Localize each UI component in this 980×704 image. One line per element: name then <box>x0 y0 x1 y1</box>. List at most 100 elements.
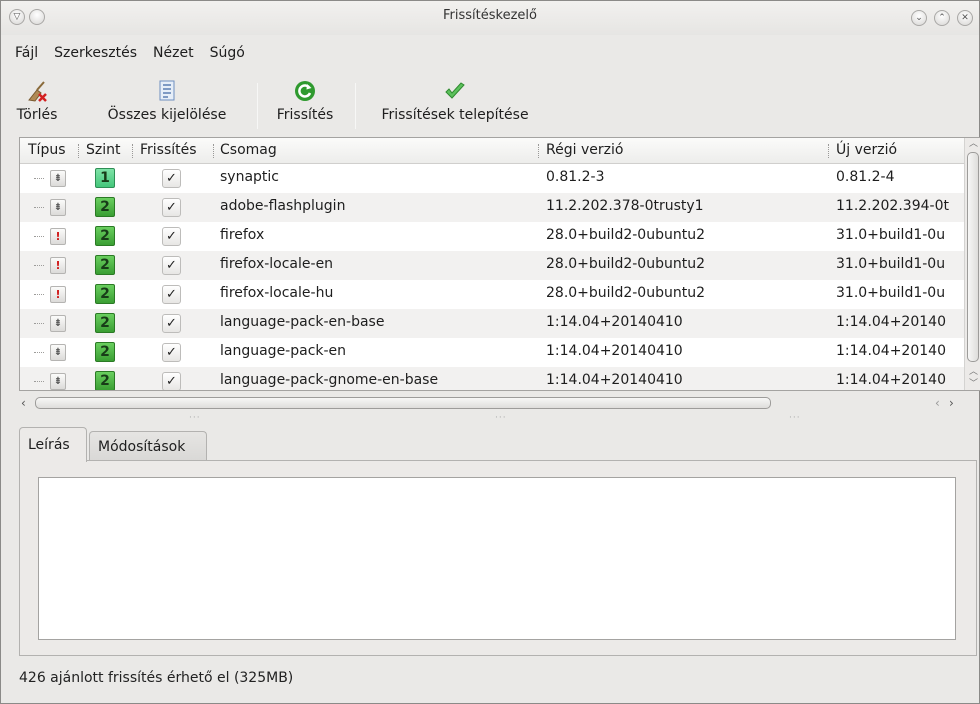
new-version: 1:14.04+20140 <box>836 343 946 359</box>
old-version: 1:14.04+20140410 <box>546 343 683 359</box>
column-header-package[interactable]: Csomag <box>220 142 277 158</box>
table-row[interactable]: ⇟ 1 ✓ synaptic 0.81.2-3 0.81.2-4 <box>20 164 964 193</box>
update-checkbox[interactable]: ✓ <box>162 314 181 333</box>
menu-bar: Fájl Szerkesztés Nézet Súgó <box>15 45 245 61</box>
new-version: 1:14.04+20140 <box>836 372 946 388</box>
tab-changes[interactable]: Módosítások <box>89 431 207 461</box>
table-row[interactable]: ! 2 ✓ firefox-locale-en 28.0+build2-0ubuntu2… <box>20 251 964 280</box>
level-badge: 2 <box>95 255 115 275</box>
column-header-new-version[interactable]: Új verzió <box>836 142 897 158</box>
menu-help[interactable]: Súgó <box>210 45 245 61</box>
scroll-up-icon[interactable]: ︿ <box>965 138 980 150</box>
install-updates-label: Frissítések telepítése <box>381 107 529 123</box>
old-version: 28.0+build2-0ubuntu2 <box>546 285 705 301</box>
menu-file[interactable]: Fájl <box>15 45 38 61</box>
update-checkbox[interactable]: ✓ <box>162 256 181 275</box>
table-row[interactable]: ⇟ 2 ✓ language-pack-gnome-en-base 1:14.04+20… <box>20 367 964 390</box>
level-badge: 2 <box>95 197 115 217</box>
scroll-right-icon[interactable]: › <box>949 395 954 411</box>
level-badge: 2 <box>95 226 115 246</box>
update-checkbox[interactable]: ✓ <box>162 285 181 304</box>
new-version: 31.0+build1-0u <box>836 256 946 272</box>
column-header-level[interactable]: Szint <box>86 142 121 158</box>
package-name: language-pack-en <box>220 343 347 359</box>
package-name: firefox <box>220 227 265 243</box>
horizontal-scroll-thumb[interactable] <box>35 397 771 409</box>
package-name: firefox-locale-hu <box>220 285 334 301</box>
description-text-area[interactable] <box>38 477 956 640</box>
window-title: Frissítéskezelő <box>443 8 537 23</box>
table-header: Típus Szint Frissítés Csomag Régi verzió… <box>20 138 964 164</box>
level-badge: 1 <box>95 168 115 188</box>
tree-connector <box>34 236 44 237</box>
column-header-old-version[interactable]: Régi verzió <box>546 142 623 158</box>
splitter-handle[interactable]: ··· <box>495 413 507 423</box>
column-divider[interactable] <box>828 144 829 158</box>
install-updates-button[interactable]: Frissítések telepítése <box>365 75 545 133</box>
table-row[interactable]: ⇟ 2 ✓ language-pack-en 1:14.04+20140410 1:14.… <box>20 338 964 367</box>
normal-update-icon: ⇟ <box>50 344 66 361</box>
description-panel <box>19 460 977 656</box>
column-divider[interactable] <box>78 144 79 158</box>
package-table: Típus Szint Frissítés Csomag Régi verzió… <box>19 137 980 391</box>
scroll-left-icon[interactable]: ‹ <box>21 395 26 411</box>
select-all-button[interactable]: Összes kijelölése <box>91 75 243 133</box>
package-name: firefox-locale-en <box>220 256 334 272</box>
old-version: 28.0+build2-0ubuntu2 <box>546 256 705 272</box>
close-icon[interactable]: ✕ <box>957 10 973 26</box>
vertical-scrollbar[interactable]: ︿ ︿ ﹀ <box>964 138 980 390</box>
table-row[interactable]: ⇟ 2 ✓ adobe-flashplugin 11.2.202.378-0trusty… <box>20 193 964 222</box>
column-divider[interactable] <box>213 144 214 158</box>
table-row[interactable]: ⇟ 2 ✓ language-pack-en-base 1:14.04+20140410… <box>20 309 964 338</box>
level-badge: 2 <box>95 284 115 304</box>
normal-update-icon: ⇟ <box>50 315 66 332</box>
splitter-handle[interactable]: ··· <box>189 413 201 423</box>
scroll-up-icon[interactable]: ︿ <box>965 366 980 378</box>
old-version: 11.2.202.378-0trusty1 <box>546 198 704 214</box>
table-row[interactable]: ! 2 ✓ firefox-locale-hu 28.0+build2-0ubuntu2… <box>20 280 964 309</box>
tab-description[interactable]: Leírás <box>19 427 87 462</box>
broom-clear-icon <box>25 79 49 103</box>
horizontal-scrollbar[interactable]: ‹ ‹ › <box>19 395 963 411</box>
level-badge: 2 <box>95 371 115 390</box>
normal-update-icon: ⇟ <box>50 199 66 216</box>
table-row[interactable]: ! 2 ✓ firefox 28.0+build2-0ubuntu2 31.0+build… <box>20 222 964 251</box>
column-divider[interactable] <box>538 144 539 158</box>
maximize-icon[interactable]: ⌃ <box>934 10 950 26</box>
column-header-update[interactable]: Frissítés <box>140 142 197 158</box>
tree-connector <box>34 178 44 179</box>
tab-description-label: Leírás <box>28 437 70 453</box>
security-update-icon: ! <box>50 257 66 274</box>
update-checkbox[interactable]: ✓ <box>162 227 181 246</box>
refresh-button[interactable]: Frissítés <box>269 75 341 133</box>
tree-connector <box>34 381 44 382</box>
tree-connector <box>34 265 44 266</box>
update-checkbox[interactable]: ✓ <box>162 343 181 362</box>
old-version: 0.81.2-3 <box>546 169 605 185</box>
clear-button[interactable]: Törlés <box>11 75 63 133</box>
column-header-type[interactable]: Típus <box>28 142 66 158</box>
vertical-scroll-thumb[interactable] <box>967 152 979 362</box>
menu-view[interactable]: Nézet <box>153 45 194 61</box>
scroll-down-icon[interactable]: ﹀ <box>965 378 980 390</box>
menu-edit[interactable]: Szerkesztés <box>54 45 137 61</box>
update-checkbox[interactable]: ✓ <box>162 169 181 188</box>
package-name: language-pack-gnome-en-base <box>220 372 439 388</box>
update-checkbox[interactable]: ✓ <box>162 372 181 390</box>
level-badge: 2 <box>95 313 115 333</box>
security-update-icon: ! <box>50 286 66 303</box>
update-manager-window: ▽ Frissítéskezelő ⌄ ⌃ ✕ Fájl Szerkesztés… <box>0 0 980 704</box>
toolbar: Törlés Összes kijelölése Frissítés Friss… <box>1 75 979 133</box>
checkmark-icon <box>443 79 467 103</box>
scroll-left-icon[interactable]: ‹ <box>935 395 940 411</box>
normal-update-icon: ⇟ <box>50 170 66 187</box>
minimize-icon[interactable]: ⌄ <box>911 10 927 26</box>
splitter-handle[interactable]: ··· <box>789 413 801 423</box>
package-name: language-pack-en-base <box>220 314 385 330</box>
update-checkbox[interactable]: ✓ <box>162 198 181 217</box>
column-divider[interactable] <box>132 144 133 158</box>
package-name: adobe-flashplugin <box>220 198 346 214</box>
tree-connector <box>34 207 44 208</box>
toolbar-separator <box>257 83 258 129</box>
old-version: 1:14.04+20140410 <box>546 372 683 388</box>
